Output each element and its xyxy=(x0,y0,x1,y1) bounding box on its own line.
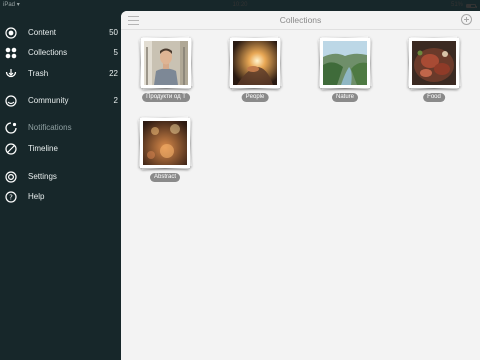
sidebar-item-help[interactable]: ? Help xyxy=(0,188,122,206)
page-title: Collections xyxy=(279,15,322,25)
portrait-man-thumbnail xyxy=(144,41,188,85)
sidebar-item-label: Trash xyxy=(28,69,49,78)
clock: 10:20 xyxy=(232,2,248,8)
collection-thumbnail xyxy=(409,38,459,88)
sidebar-item-settings[interactable]: Settings xyxy=(0,168,122,186)
hands-light-thumbnail xyxy=(233,41,277,85)
sidebar-item-timeline[interactable]: Timeline xyxy=(0,140,122,158)
sidebar-item-label: Content xyxy=(28,28,57,37)
community-icon xyxy=(5,95,17,107)
sidebar-item-community[interactable]: Community 2 xyxy=(0,92,122,110)
add-collection-icon[interactable] xyxy=(461,14,472,25)
content-icon xyxy=(5,27,17,39)
sidebar-item-label: Timeline xyxy=(28,144,58,153)
battery-status: 51% xyxy=(450,0,477,11)
sidebar-item-count: 50 xyxy=(109,28,118,37)
collection-label: Abstract xyxy=(149,173,181,182)
collection-label: Nature xyxy=(331,93,359,102)
collection-thumbnail xyxy=(140,118,190,168)
sidebar-item-label: Notifications xyxy=(28,123,72,132)
collection-label: Продукти од Т xyxy=(142,93,190,102)
sidebar-item-content[interactable]: Content 50 xyxy=(0,24,122,42)
sidebar-item-label: Community xyxy=(28,96,69,105)
collection-thumbnail xyxy=(141,38,191,88)
bokeh-lights-thumbnail xyxy=(143,121,187,165)
collection-label: People xyxy=(241,93,269,102)
svg-text:?: ? xyxy=(9,194,13,202)
meat-plate-thumbnail xyxy=(412,41,456,85)
help-icon: ? xyxy=(5,191,17,203)
battery-percent: 51% xyxy=(450,2,463,8)
sidebar-item-label: Collections xyxy=(28,48,68,57)
sidebar-item-notifications[interactable]: Notifications xyxy=(0,119,122,137)
collection-thumbnail xyxy=(230,38,280,88)
battery-icon xyxy=(466,3,477,8)
sidebar-item-label: Help xyxy=(28,192,45,201)
collection-thumbnail xyxy=(320,38,370,88)
sidebar-item-count: 2 xyxy=(113,96,118,105)
settings-icon xyxy=(5,171,17,183)
sidebar: Content 50 Collections 5 Trash 22 Commun… xyxy=(0,11,122,360)
nav-bar: Collections xyxy=(121,11,480,30)
notifications-icon xyxy=(5,122,17,134)
main-pane: Collections Продукти од Т People Nature … xyxy=(121,11,480,360)
sidebar-item-label: Settings xyxy=(28,172,57,181)
sidebar-item-count: 5 xyxy=(113,48,118,57)
trash-icon xyxy=(5,69,17,78)
sidebar-item-trash[interactable]: Trash 22 xyxy=(0,65,122,83)
timeline-icon xyxy=(5,143,17,155)
collection-label: Food xyxy=(423,93,445,102)
status-bar: iPad ▾ 10:20 51% xyxy=(0,0,480,11)
collections-icon xyxy=(5,47,17,59)
river-valley-thumbnail xyxy=(323,41,367,85)
sidebar-item-collections[interactable]: Collections 5 xyxy=(0,44,122,62)
sidebar-item-count: 22 xyxy=(109,69,118,78)
